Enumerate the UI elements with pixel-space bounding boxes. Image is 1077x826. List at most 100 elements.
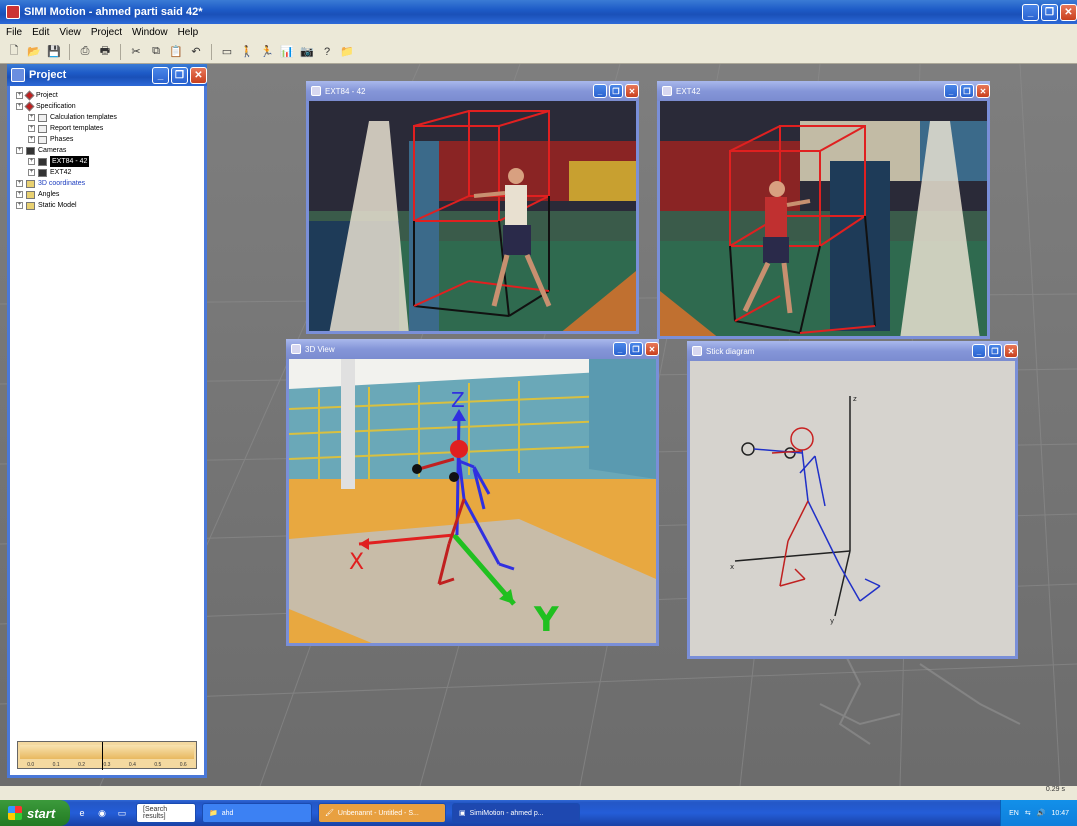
folder-icon[interactable]: 📁 [339,44,355,60]
desktop-icon[interactable]: ▭ [114,805,130,821]
taskbar-item-label: SimiMotion - ahmed p... [469,809,544,817]
axis-z-label: z [853,395,857,403]
minimize-button[interactable]: _ [593,84,607,98]
menu-bar: File Edit View Project Window Help [0,24,1077,40]
tree-node[interactable]: + Calculation templates [16,112,198,123]
restore-button[interactable]: ❐ [1041,3,1058,21]
panel-restore-button[interactable]: ❐ [171,66,188,84]
camera-1-video[interactable] [309,101,636,331]
tree-node[interactable]: + Phases [16,134,198,145]
tree-node[interactable]: + EXT84 - 42 [16,156,198,167]
tree-node[interactable]: + Static Model [16,200,198,211]
view-3d-canvas[interactable]: X Y Z [289,359,656,643]
document-icon [38,124,47,133]
media-icon[interactable]: ◉ [94,805,110,821]
expand-icon[interactable]: + [28,169,35,176]
tree-node-label: EXT42 [50,169,72,176]
stick-figure-icon[interactable]: 🚶 [239,44,255,60]
menu-help[interactable]: Help [178,27,199,38]
simi-motion-app: SIMI Motion - ahmed parti said 42* _ ❐ ✕… [0,0,1077,826]
tree-node[interactable]: + Project [16,90,198,101]
tree-node[interactable]: + EXT42 [16,167,198,178]
expand-icon[interactable]: + [28,125,35,132]
minimize-button[interactable]: _ [972,344,986,358]
expand-icon[interactable]: + [28,136,35,143]
restore-button[interactable]: ❐ [629,342,643,356]
ie-icon[interactable]: e [74,805,90,821]
restore-button[interactable]: ❐ [609,84,623,98]
minimize-button[interactable]: _ [944,84,958,98]
axis-y-label: y [830,617,834,625]
tree-node[interactable]: +3D coordinates [16,178,198,189]
tree-node[interactable]: + Cameras [16,145,198,156]
chart-icon[interactable]: 📊 [279,44,295,60]
timeline-bar[interactable] [20,745,194,759]
axis-x-label: X [349,550,364,575]
expand-icon[interactable]: + [16,180,23,187]
close-button[interactable]: ✕ [645,342,659,356]
minimize-button[interactable]: _ [1022,3,1039,21]
red-diamond-icon [24,101,35,112]
camera-2-video[interactable] [660,101,987,336]
panel-close-button[interactable]: ✕ [190,66,207,84]
undo-icon[interactable]: ↶ [188,44,204,60]
close-button[interactable]: ✕ [976,84,990,98]
copy-icon[interactable]: ⧉ [148,44,164,60]
taskbar-item-paint[interactable]: 🖌 Unbenannt - Untitled - S... [318,803,446,823]
menu-file[interactable]: File [6,27,22,38]
restore-button[interactable]: ❐ [960,84,974,98]
tree-node[interactable]: + Specification [16,101,198,112]
taskbar-item-simi[interactable]: ▣ SimiMotion - ahmed p... [452,803,580,823]
window-title: SIMI Motion - ahmed parti said 42* [24,6,203,18]
taskbar-item-search[interactable]: [Search results] [136,803,196,823]
camera-2-frame [660,101,987,336]
project-tree: + Project + Specification + Calculation templ… [10,86,204,215]
title-bar: SIMI Motion - ahmed parti said 42* _ ❐ ✕ [0,0,1077,24]
expand-icon[interactable]: + [16,103,23,110]
stick-diagram-canvas[interactable]: z x y [690,361,1015,656]
help-icon[interactable]: ? [319,44,335,60]
figure-icon[interactable]: 🏃 [259,44,275,60]
clock: 10:47 [1051,809,1069,817]
close-button[interactable]: ✕ [625,84,639,98]
expand-icon[interactable]: + [16,191,23,198]
tree-node[interactable]: + Angles [16,189,198,200]
open-folder-icon[interactable]: 📂 [26,44,42,60]
close-button[interactable]: ✕ [1004,344,1018,358]
tree-node-label: Phases [50,136,74,143]
panel-minimize-button[interactable]: _ [152,66,169,84]
camera-icon[interactable]: 📷 [299,44,315,60]
save-icon[interactable]: 💾 [46,44,62,60]
expand-icon[interactable]: + [16,147,23,154]
tree-node[interactable]: + Report templates [16,123,198,134]
volume-icon[interactable]: 🔊 [1037,809,1046,817]
view-3d-scene: X Y Z [289,359,656,643]
timeline[interactable]: 0.0 0.1 0.2 0.3 0.4 0.5 0.6 [17,741,197,770]
expand-icon[interactable]: + [28,158,35,165]
paste-icon[interactable]: 📋 [168,44,184,60]
restore-button[interactable]: ❐ [988,344,1002,358]
toolbar-separator [211,43,212,60]
close-button[interactable]: ✕ [1060,3,1077,21]
menu-edit[interactable]: Edit [32,27,49,38]
print-icon[interactable]: 🖶 [97,44,113,60]
expand-icon[interactable]: + [16,202,23,209]
menu-project[interactable]: Project [91,27,122,38]
start-button[interactable]: start [0,800,70,826]
language-indicator[interactable]: EN [1009,810,1019,817]
expand-icon[interactable]: + [16,92,23,99]
video-window-icon[interactable]: ▭ [219,44,235,60]
camera-icon [26,146,35,155]
menu-window[interactable]: Window [132,27,168,38]
menu-view[interactable]: View [59,27,81,38]
cut-icon[interactable]: ✂ [128,44,144,60]
minimize-button[interactable]: _ [613,342,627,356]
status-bar: 0.29 s [0,786,1077,800]
print-preview-icon[interactable]: ⎙ [77,44,93,60]
project-panel-title: Project [29,69,67,81]
new-file-icon[interactable]: 🗋 [6,44,22,60]
expand-icon[interactable]: + [28,114,35,121]
stick-diagram-window: Stick diagram _ ❐ ✕ z x y [687,341,1018,659]
taskbar-item-folder[interactable]: 📁 ahd [202,803,312,823]
network-icon[interactable]: ⇆ [1025,809,1031,817]
